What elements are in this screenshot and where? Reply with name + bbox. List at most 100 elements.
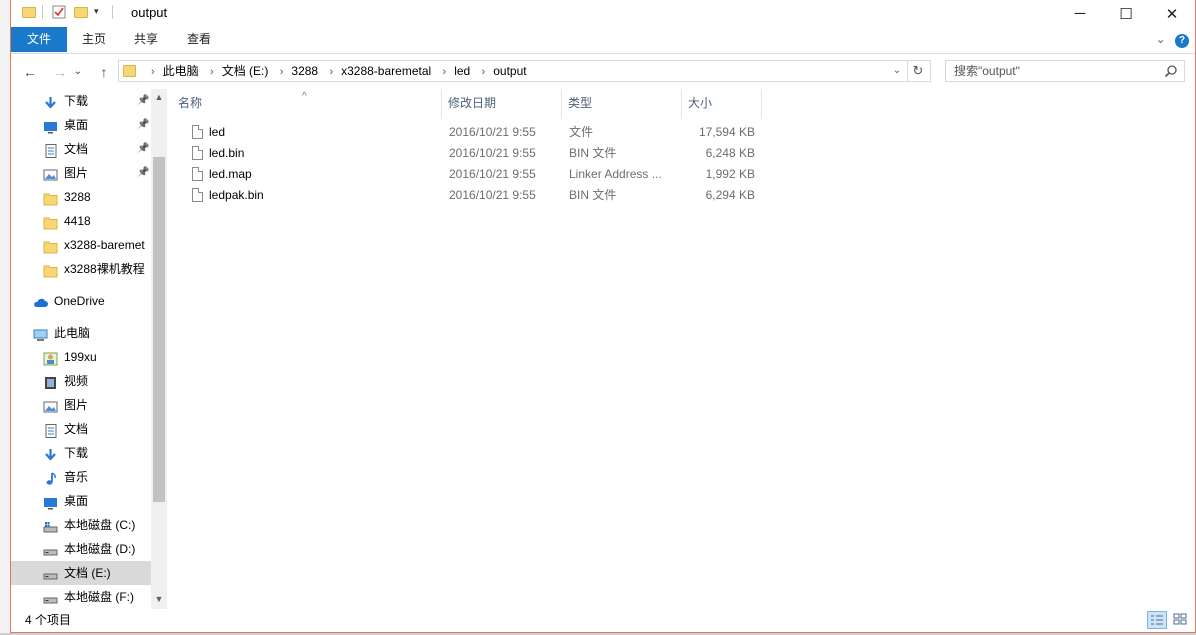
address-bar[interactable]: › 此电脑 › 文档 (E:) › 3288 › x3288-baremetal › le… [118, 60, 931, 82]
breadcrumb-3288[interactable]: 3288 [291, 64, 318, 78]
sidebar-item[interactable]: 4418 [11, 209, 151, 233]
sidebar-item-label: 图片 [64, 398, 89, 412]
download-arrow-icon [43, 94, 58, 109]
table-row[interactable]: led.map 2016/10/21 9:55 Linker Address ...… [172, 164, 792, 185]
chevron-right-icon[interactable]: › [280, 66, 284, 78]
sidebar-item-label: 文档 (E:) [64, 566, 111, 580]
table-row[interactable]: ledpak.bin 2016/10/21 9:55 BIN 文件 6,294 KB [172, 185, 792, 206]
sidebar-item[interactable]: 3288 [11, 185, 151, 209]
breadcrumb-output[interactable]: output [493, 64, 526, 78]
system-drive-icon [43, 518, 58, 533]
pin-icon[interactable]: 📌 [137, 137, 149, 161]
sidebar-item[interactable]: 文档 📌 [11, 137, 151, 161]
forward-button[interactable]: → [49, 61, 71, 83]
sidebar-item[interactable]: 199xu [11, 345, 151, 369]
file-icon [192, 125, 203, 139]
customize-quick-access-icon[interactable]: ▾ [94, 6, 108, 20]
table-row[interactable]: led.bin 2016/10/21 9:55 BIN 文件 6,248 KB [172, 143, 792, 164]
search-icon[interactable] [1164, 64, 1178, 78]
download-arrow-icon [43, 446, 58, 461]
sidebar-item-label: OneDrive [54, 294, 105, 308]
sidebar-item-label: 音乐 [64, 470, 89, 484]
address-dropdown-button[interactable]: ⌄ [888, 61, 906, 81]
file-size: 1,992 KB [705, 167, 755, 181]
sidebar-item[interactable]: 本地磁盘 (C:) [11, 513, 151, 537]
desktop-edge [0, 0, 10, 635]
column-header-name[interactable]: 名称 ^ [172, 89, 442, 119]
tab-file[interactable]: 文件 [11, 27, 67, 52]
divider [112, 5, 113, 19]
new-folder-icon[interactable] [74, 5, 88, 19]
ribbon-tabs: 文件 主页 共享 查看 ⌄ ? [11, 27, 1195, 54]
breadcrumb-drive-e[interactable]: 文档 (E:) [222, 64, 269, 78]
sidebar-item[interactable]: 下载 [11, 441, 151, 465]
tab-view[interactable]: 查看 [173, 27, 225, 52]
properties-check-icon[interactable] [52, 5, 66, 19]
sidebar-item[interactable]: 音乐 [11, 465, 151, 489]
pin-icon[interactable]: 📌 [137, 161, 149, 185]
desktop-icon [43, 494, 58, 510]
sidebar-item[interactable]: OneDrive [11, 289, 151, 313]
sidebar-item[interactable]: 桌面 [11, 489, 151, 513]
sidebar-item-label: 199xu [64, 350, 97, 364]
sidebar-item-label: 桌面 [64, 118, 89, 132]
breadcrumb-led[interactable]: led [454, 64, 470, 78]
breadcrumb-x3288-baremetal[interactable]: x3288-baremetal [341, 64, 431, 78]
refresh-button[interactable]: ↻ [907, 61, 928, 81]
sidebar-item[interactable]: x3288裸机教程 [11, 257, 151, 281]
column-header-size[interactable]: 大小 [682, 89, 762, 119]
sidebar-item[interactable]: 下载 📌 [11, 89, 151, 113]
sidebar-item[interactable]: 此电脑 [11, 321, 151, 345]
pin-icon[interactable]: 📌 [137, 89, 149, 113]
search-input[interactable]: 搜索"output" [945, 60, 1185, 82]
up-button[interactable]: ↑ [93, 61, 115, 83]
back-button[interactable]: ← [19, 61, 41, 83]
large-icons-view-button[interactable] [1171, 611, 1191, 629]
document-icon [43, 422, 58, 438]
picture-icon [43, 398, 58, 413]
sidebar-item[interactable]: 本地磁盘 (D:) [11, 537, 151, 561]
tab-share[interactable]: 共享 [120, 27, 172, 52]
file-date: 2016/10/21 9:55 [449, 125, 536, 139]
ribbon-controls: ⌄ ? [1156, 32, 1189, 48]
pin-icon[interactable]: 📌 [137, 113, 149, 137]
chevron-right-icon[interactable]: › [151, 66, 155, 78]
expand-ribbon-icon[interactable]: ⌄ [1156, 32, 1166, 46]
sidebar-item[interactable]: 本地磁盘 (F:) [11, 585, 151, 609]
maximize-button[interactable]: ☐ [1103, 0, 1149, 27]
sidebar-item[interactable]: 桌面 📌 [11, 113, 151, 137]
help-icon[interactable]: ? [1175, 34, 1189, 48]
sidebar-item[interactable]: 图片 [11, 393, 151, 417]
drive-icon [43, 590, 58, 604]
breadcrumb-this-pc[interactable]: 此电脑 [163, 64, 199, 78]
tab-home[interactable]: 主页 [68, 27, 120, 52]
navigation-pane: 下载 📌 桌面 📌 文档 📌 图片 📌 3288 4418 x3288-baremet x3288裸机… [11, 89, 167, 609]
sidebar-item[interactable]: 视频 [11, 369, 151, 393]
sidebar-item-label: 文档 [64, 422, 89, 436]
chevron-right-icon[interactable]: › [210, 66, 214, 78]
chevron-right-icon[interactable]: › [329, 66, 333, 78]
window-right-edge [1185, 55, 1195, 607]
scroll-down-icon[interactable]: ▼ [151, 591, 167, 607]
sidebar-item[interactable]: x3288-baremet [11, 233, 151, 257]
sidebar-item[interactable]: 文档 (E:) [11, 561, 151, 585]
chevron-right-icon[interactable]: › [482, 66, 486, 78]
nav-scroll-thumb[interactable] [153, 157, 165, 502]
chevron-right-icon[interactable]: › [443, 66, 447, 78]
recent-locations-button[interactable]: ⌄ [71, 61, 85, 83]
sidebar-item-label: 图片 [64, 166, 89, 180]
column-header-date[interactable]: 修改日期 [442, 89, 562, 119]
table-row[interactable]: led 2016/10/21 9:55 文件 17,594 KB [172, 122, 792, 143]
nav-scrollbar[interactable]: ▲ ▼ [151, 89, 167, 609]
close-button[interactable]: ✕ [1149, 0, 1195, 27]
details-view-button[interactable] [1147, 611, 1167, 629]
file-date: 2016/10/21 9:55 [449, 146, 536, 160]
folder-icon [22, 5, 36, 19]
sidebar-item[interactable]: 文档 [11, 417, 151, 441]
file-date: 2016/10/21 9:55 [449, 188, 536, 202]
minimize-button[interactable]: ─ [1057, 0, 1103, 27]
breadcrumb: › 此电脑 › 文档 (E:) › 3288 › x3288-baremetal › le… [143, 61, 527, 81]
sidebar-item[interactable]: 图片 📌 [11, 161, 151, 185]
scroll-up-icon[interactable]: ▲ [151, 89, 167, 105]
column-header-type[interactable]: 类型 [562, 89, 682, 119]
